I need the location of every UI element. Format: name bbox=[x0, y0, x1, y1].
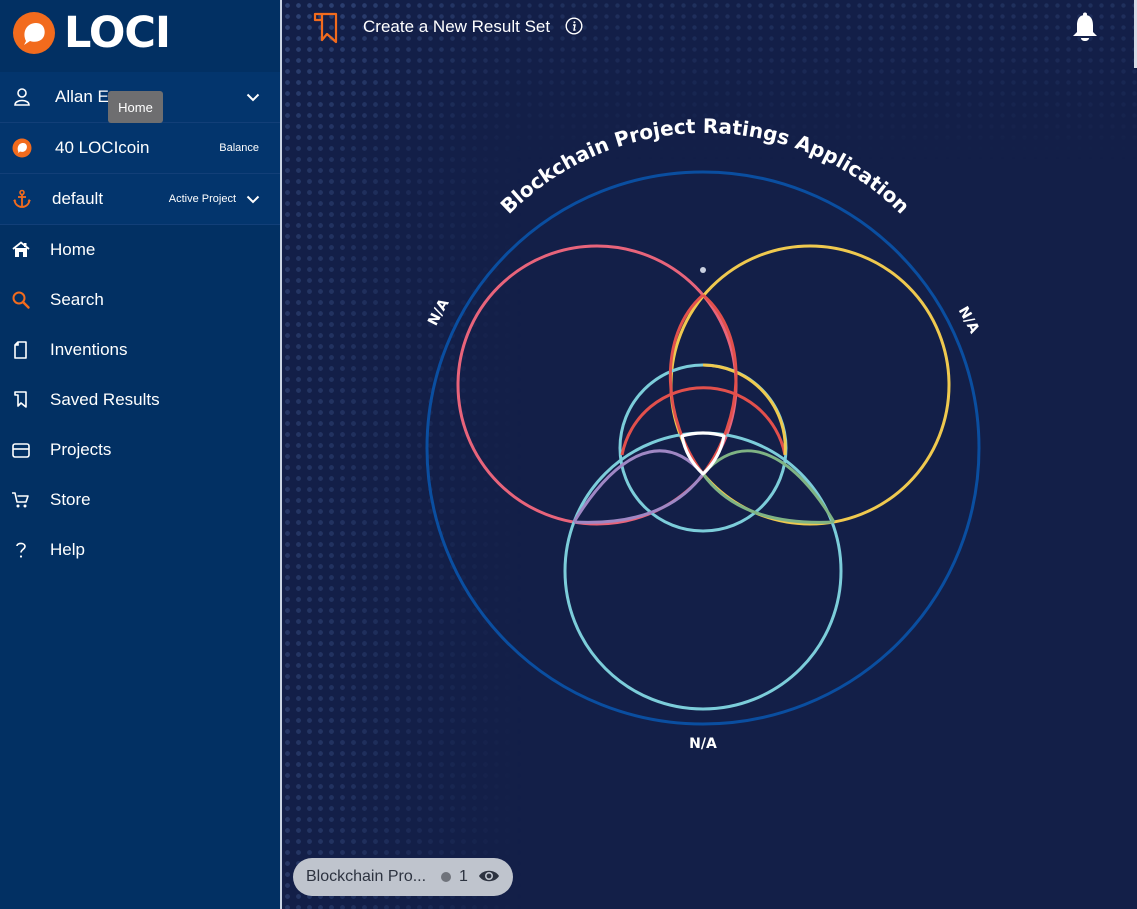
sidebar-item-label: Saved Results bbox=[50, 390, 160, 409]
document-icon bbox=[14, 341, 27, 359]
venn-inner-arc-right bbox=[702, 363, 787, 456]
venn-marker-dot bbox=[700, 267, 706, 273]
user-icon bbox=[14, 88, 30, 106]
venn-label-right: N/A bbox=[955, 304, 982, 336]
venn-diagram: Blockchain Project Ratings Application N… bbox=[425, 114, 982, 752]
question-icon bbox=[16, 542, 26, 558]
result-set-count: 1 bbox=[459, 868, 468, 885]
chevron-down-icon[interactable] bbox=[246, 195, 260, 204]
wallet-amount: 40 LOCIcoin bbox=[55, 138, 150, 157]
sidebar-item-label: Inventions bbox=[50, 340, 128, 359]
loci-logo[interactable]: LOCI bbox=[12, 8, 171, 58]
brand-name: LOCI bbox=[64, 8, 171, 58]
sidebar-nav: Home Search Inventions Saved Results Pro… bbox=[0, 225, 280, 575]
sidebar-item-label: Store bbox=[50, 490, 91, 509]
sidebar-item-home[interactable]: Home bbox=[0, 225, 280, 275]
folder-icon bbox=[12, 443, 30, 458]
wallet-balance-row[interactable]: 40 LOCIcoin Balance bbox=[0, 123, 280, 174]
active-project-name: default bbox=[52, 189, 104, 208]
active-project-selector[interactable]: default Active Project bbox=[0, 174, 280, 225]
result-set-chip[interactable]: Blockchain Pro... 1 bbox=[293, 858, 513, 896]
venn-title: Blockchain Project Ratings Application bbox=[496, 114, 915, 219]
sidebar: LOCI Allan Ewart Home 40 LOCIcoin Balanc… bbox=[0, 0, 280, 909]
loci-coin-icon bbox=[12, 138, 32, 158]
search-icon bbox=[12, 291, 30, 309]
bookmark-icon bbox=[14, 391, 27, 408]
venn-outer-circle bbox=[425, 170, 981, 726]
venn-label-bottom: N/A bbox=[689, 736, 717, 752]
sidebar-item-projects[interactable]: Projects bbox=[0, 425, 280, 475]
sidebar-item-label: Home bbox=[50, 240, 96, 259]
home-tooltip: Home bbox=[108, 91, 163, 123]
sidebar-item-help[interactable]: Help bbox=[0, 525, 280, 575]
sidebar-item-label: Projects bbox=[50, 440, 112, 459]
sidebar-item-search[interactable]: Search bbox=[0, 275, 280, 325]
venn-lens-right-bottom bbox=[701, 449, 836, 523]
home-icon bbox=[12, 241, 30, 257]
sidebar-item-label: Search bbox=[50, 290, 104, 309]
sidebar-item-inventions[interactable]: Inventions bbox=[0, 325, 280, 375]
wallet-balance-label: Balance bbox=[219, 142, 259, 154]
sidebar-item-label: Help bbox=[50, 540, 85, 559]
venn-label-left: N/A bbox=[425, 296, 452, 328]
sidebar-item-saved-results[interactable]: Saved Results bbox=[0, 375, 280, 425]
active-project-label: Active Project bbox=[168, 193, 236, 205]
app-window: LOCI Allan Ewart Home 40 LOCIcoin Balanc… bbox=[0, 0, 1137, 909]
main-content: Create a New Result Set Blockchain Proje… bbox=[282, 0, 1137, 909]
eye-icon[interactable] bbox=[478, 867, 500, 885]
status-dot bbox=[441, 872, 451, 882]
venn-triple-intersection[interactable] bbox=[680, 431, 726, 476]
result-set-chip-label: Blockchain Pro... bbox=[306, 868, 427, 885]
cart-icon bbox=[12, 492, 29, 508]
sidebar-item-store[interactable]: Store bbox=[0, 475, 280, 525]
anchor-icon bbox=[13, 189, 31, 208]
loci-logo-icon bbox=[13, 12, 55, 54]
chevron-down-icon[interactable] bbox=[246, 93, 260, 102]
